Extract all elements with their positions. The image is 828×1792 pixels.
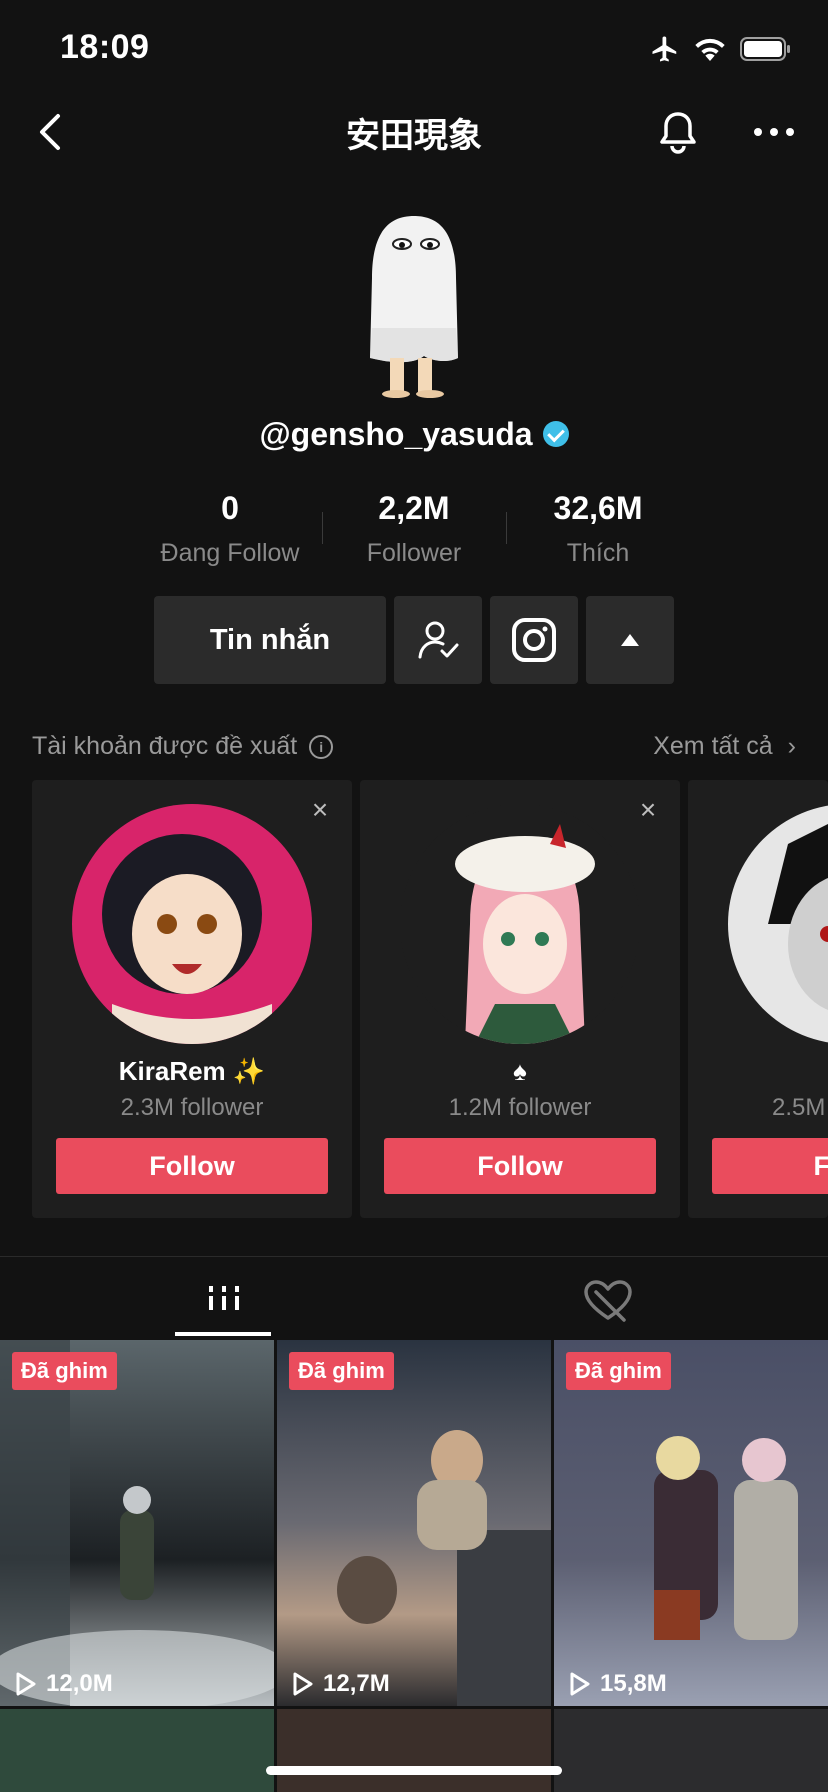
video-thumbnail[interactable]: Đã ghim 15,8M [554,1340,828,1706]
view-count-text: 12,0M [46,1670,113,1697]
video-thumbnail[interactable] [277,1709,551,1792]
suggested-title-text: Tài khoản được đề xuất [32,732,298,760]
suggested-card[interactable]: F 2.5M Fo [688,780,828,1218]
view-count: 12,7M [289,1670,390,1698]
stat-value: 2,2M [378,490,450,526]
avatar[interactable] [354,208,474,398]
suggested-followers: 2.3M follower [120,1094,264,1121]
instagram-button[interactable] [490,596,578,684]
suggested-card[interactable]: × KiraRem ✨ 2.3M follower Follow [32,780,352,1218]
status-icons [650,34,792,64]
notification-button[interactable] [656,108,700,156]
suggested-name: KiraRem ✨ [118,1056,266,1086]
tab-videos[interactable] [176,1278,272,1334]
user-check-icon [418,621,459,659]
battery-icon [740,37,790,61]
pinned-badge: Đã ghim [566,1352,671,1390]
tabs-divider [0,1256,828,1257]
bell-icon [660,112,696,154]
follow-button[interactable]: Follow [56,1138,328,1194]
close-icon[interactable]: × [634,796,662,824]
message-button[interactable]: Tin nhắn [154,596,386,684]
page-title: 安田現象 [346,117,482,155]
stat-followers[interactable]: 2,2M Follower [322,490,506,568]
grid-icon [209,1286,239,1310]
stat-label: Follower [366,539,462,567]
stat-label: Đang Follow [160,539,300,567]
profile-handle: @gensho_yasuda [0,416,828,453]
stat-value: 32,6M [553,490,643,526]
stat-following[interactable]: 0 Đang Follow [138,490,322,568]
suggested-followers: 2.5M [772,1094,826,1121]
suggested-followers: 1.2M follower [448,1094,592,1121]
handle-text: @gensho_yasuda [259,416,533,452]
video-thumbnail[interactable]: Đã ghim 12,7M [277,1340,551,1706]
play-icon [570,1672,590,1696]
suggested-card[interactable]: × ♠ 1.2M follower Follow [360,780,680,1218]
following-status-button[interactable] [394,596,482,684]
follow-button[interactable]: Fo [712,1138,828,1194]
view-count: 12,0M [12,1670,113,1698]
video-thumbnail[interactable] [554,1709,828,1792]
verified-icon [542,420,569,447]
stat-likes[interactable]: 32,6M Thích [506,490,690,568]
view-count-text: 15,8M [600,1670,667,1697]
close-icon[interactable]: × [306,796,334,824]
chevron-right-icon: › [787,732,796,760]
view-count-text: 12,7M [323,1670,390,1697]
more-button[interactable] [750,118,798,146]
play-icon [16,1672,36,1696]
info-icon[interactable]: i [309,734,334,759]
suggested-name: ♠ [513,1056,527,1086]
suggested-avatar[interactable] [400,804,640,1044]
tab-liked[interactable] [582,1278,634,1326]
video-thumbnail[interactable] [0,1709,274,1792]
video-thumbnail[interactable]: Đã ghim 12,0M [0,1340,274,1706]
home-indicator[interactable] [266,1766,562,1775]
expand-suggestions-button[interactable] [586,596,674,684]
suggested-avatar[interactable] [728,804,828,1044]
play-icon [293,1672,313,1696]
tab-active-indicator [175,1332,271,1336]
view-count: 15,8M [566,1670,667,1698]
heart-hidden-icon [584,1280,632,1322]
instagram-icon [512,618,556,662]
suggested-avatar[interactable] [72,804,312,1044]
see-all-link[interactable]: Xem tất cả › [653,732,796,761]
wifi-icon [695,38,725,61]
follow-button[interactable]: Follow [384,1138,656,1194]
suggested-title: Tài khoản được đề xuất i [32,732,334,761]
status-time: 18:09 [60,28,150,66]
see-all-text: Xem tất cả [653,732,773,760]
airplane-icon [652,36,677,62]
pinned-badge: Đã ghim [12,1352,117,1390]
more-icon [754,128,794,136]
caret-up-icon [621,634,639,646]
pinned-badge: Đã ghim [289,1352,394,1390]
stat-value: 0 [221,490,239,526]
stat-label: Thích [566,539,630,567]
